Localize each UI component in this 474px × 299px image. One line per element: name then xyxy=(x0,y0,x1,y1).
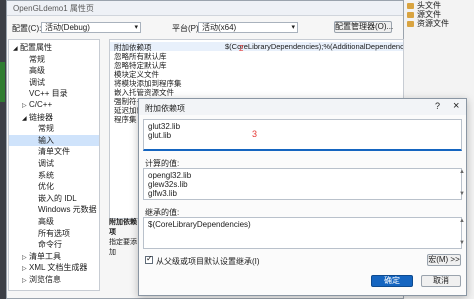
property-row[interactable]: 嵌入托管资源文件 xyxy=(110,87,403,97)
tree-item[interactable]: ▷ 清单工具 xyxy=(9,251,99,262)
chevron-down-icon: ▾ xyxy=(134,24,138,31)
property-row[interactable]: 附加依赖项 $(CoreLibraryDependencies);%(Additi… xyxy=(110,42,403,52)
inherit-checkbox-label: 从父级或项目默认设置继承(I) xyxy=(156,257,260,266)
tree-item[interactable]: VC++ 目录 xyxy=(9,88,99,99)
property-name: 程序集 xyxy=(114,115,137,124)
solution-item-resources[interactable]: 资源文件 xyxy=(407,18,449,29)
tree-item[interactable]: 调试 xyxy=(9,158,99,169)
tree-item-label: 常规 xyxy=(29,54,45,64)
folder-icon xyxy=(407,20,414,27)
property-row[interactable]: 模块定义文件 xyxy=(110,69,403,79)
property-tree: ◢ 配置属性 常规 高级 调试 VC++ 目录 ▷ C/C++ ◢ 链接器 常规 输入 清单文件 调试 系统… xyxy=(8,39,100,291)
chevron-right-icon[interactable]: ▷ xyxy=(22,265,29,272)
tree-item-label: 所有选项 xyxy=(38,228,70,238)
tree-item[interactable]: 嵌入的 IDL xyxy=(9,193,99,204)
tree-item-label: XML 文档生成器 xyxy=(29,263,88,273)
step-marker-2: 2 xyxy=(239,44,244,53)
tree-item-label: 清单文件 xyxy=(38,147,70,157)
close-icon[interactable]: × xyxy=(453,100,459,112)
tree-item-label: 调试 xyxy=(29,77,45,87)
tree-item[interactable]: ◢ 链接器 xyxy=(9,112,99,123)
chevron-down-icon[interactable]: ◢ xyxy=(13,45,20,52)
tree-item-label: C/C++ xyxy=(29,100,53,109)
tree-item-label: 清单工具 xyxy=(29,251,61,261)
help-icon[interactable]: ? xyxy=(435,101,440,111)
tree-item-label: 系统 xyxy=(38,170,54,180)
window-titlebar: OpenGLdemo1 属性页 xyxy=(7,1,403,16)
scroll-up-icon[interactable]: ▲ xyxy=(459,218,465,224)
tree-item-label: 链接器 xyxy=(29,112,53,122)
tree-item[interactable]: 输入 xyxy=(9,134,99,146)
tree-item[interactable]: 命令行 xyxy=(9,239,99,250)
tree-item-label: Windows 元数据 xyxy=(38,205,97,215)
tree-item[interactable]: 优化 xyxy=(9,181,99,192)
folder-icon xyxy=(407,2,414,9)
platform-select[interactable]: 活动(x64) ▾ xyxy=(198,22,298,33)
tree-item-label: 命令行 xyxy=(38,240,62,250)
tree-item[interactable]: 所有选项 xyxy=(9,228,99,239)
tree-item[interactable]: Windows 元数据 xyxy=(9,204,99,215)
macro-button[interactable]: 宏(M) >> xyxy=(427,254,461,266)
ide-indicator xyxy=(0,62,5,102)
tree-item[interactable]: ▷ C/C++ xyxy=(9,100,99,109)
scroll-up-icon[interactable]: ▲ xyxy=(459,169,465,175)
tree-item-label: 嵌入的 IDL xyxy=(38,193,77,203)
inherited-values-field: $(CoreLibraryDependencies) xyxy=(143,217,462,249)
chevron-right-icon[interactable]: ▷ xyxy=(22,254,29,261)
tree-item-label: 调试 xyxy=(38,159,54,168)
dialog-title: 附加依赖项 xyxy=(145,104,185,113)
scroll-down-icon[interactable]: ▼ xyxy=(459,191,465,197)
dialog-titlebar: 附加依赖项 ? × xyxy=(139,99,466,115)
ok-button[interactable]: 确定 xyxy=(371,275,413,287)
tree-item[interactable]: 高级 xyxy=(9,216,99,227)
tree-item[interactable]: ▷ XML 文档生成器 xyxy=(9,262,99,273)
folder-icon xyxy=(407,11,414,18)
tree-item-label: 高级 xyxy=(38,217,54,226)
tree-item[interactable]: 常规 xyxy=(9,54,99,65)
config-select[interactable]: 活动(Debug) ▾ xyxy=(41,22,141,33)
config-manager-button[interactable]: 配置管理器(O)... xyxy=(334,21,393,33)
property-value[interactable]: $(CoreLibraryDependencies);%(AdditionalD… xyxy=(225,42,403,51)
platform-label: 平台(P): xyxy=(172,24,201,33)
tree-item[interactable]: ◢ 配置属性 xyxy=(9,42,99,53)
tree-item[interactable]: 高级 xyxy=(9,65,99,76)
config-label: 配置(C): xyxy=(12,24,42,33)
chevron-right-icon[interactable]: ▷ xyxy=(22,102,29,109)
inherit-checkbox[interactable]: ✓ xyxy=(145,254,153,264)
tree-item[interactable]: ▷ 浏览信息 xyxy=(9,274,99,285)
dependencies-edit-field[interactable]: glut32.lib glut.lib xyxy=(143,119,462,151)
chevron-right-icon[interactable]: ▷ xyxy=(22,277,29,284)
check-icon: ✓ xyxy=(146,254,153,263)
tree-item-label: 配置属性 xyxy=(20,43,52,52)
tree-item[interactable]: 常规 xyxy=(9,123,99,134)
tree-item-label: 浏览信息 xyxy=(29,275,61,284)
property-row[interactable]: 将模块添加到程序集 xyxy=(110,78,403,88)
step-marker-3: 3 xyxy=(252,129,258,139)
property-row[interactable]: 忽略特定默认库 xyxy=(110,60,403,70)
cancel-button[interactable]: 取消 xyxy=(421,275,461,287)
chevron-down-icon[interactable]: ◢ xyxy=(22,115,29,122)
scroll-down-icon[interactable]: ▼ xyxy=(459,240,465,246)
tree-item-label: 输入 xyxy=(38,135,54,145)
window-title: OpenGLdemo1 属性页 xyxy=(13,4,94,13)
tree-item-label: 常规 xyxy=(38,124,54,134)
tree-item-label: VC++ 目录 xyxy=(29,89,68,99)
tree-item-label: 优化 xyxy=(38,182,54,192)
tree-item[interactable]: 清单文件 xyxy=(9,146,99,157)
chevron-down-icon: ▾ xyxy=(291,24,295,31)
tree-item[interactable]: 调试 xyxy=(9,77,99,88)
tree-item-label: 高级 xyxy=(29,66,45,76)
additional-dependencies-dialog: 附加依赖项 ? × glut32.lib glut.lib 3 计算的值: op… xyxy=(138,98,467,296)
computed-values-field: opengl32.lib glew32s.lib glfw3.lib xyxy=(143,168,462,200)
property-row[interactable]: 忽略所有默认库 xyxy=(110,51,403,61)
tree-item[interactable]: 系统 xyxy=(9,170,99,181)
